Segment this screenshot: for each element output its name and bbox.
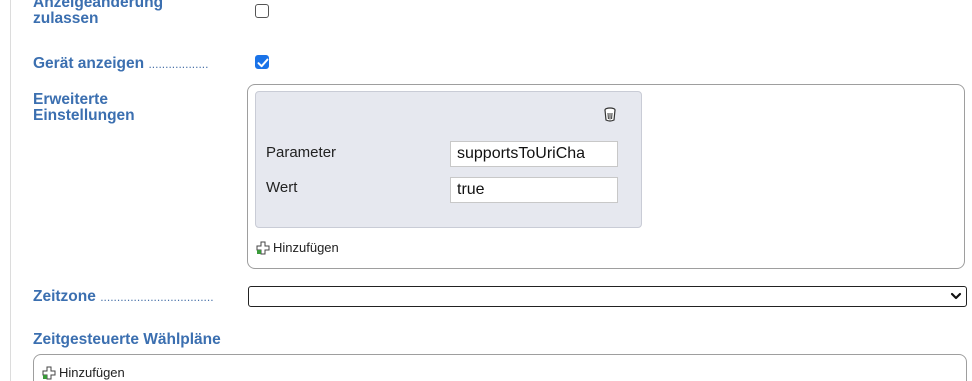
advanced-add-label: Hinzufügen (273, 240, 339, 255)
timezone-label: Zeitzone ...............................… (33, 289, 214, 305)
timezone-label-text: Zeitzone (33, 288, 96, 305)
show-device-label-text: Gerät anzeigen (33, 55, 145, 72)
allow-display-change-checkbox[interactable] (255, 4, 269, 18)
parameter-input[interactable]: supportsToUriCha (450, 141, 618, 167)
value-input[interactable]: true (450, 177, 618, 203)
allow-display-change-label: Anzeigeänderung zulassen (33, 0, 163, 27)
allow-display-change-label-line2: zulassen (33, 10, 99, 27)
settings-page: Anzeigeänderung zulassen Gerät anzeigen … (0, 0, 972, 381)
time-dial-plans-add-button[interactable]: Hinzufügen (42, 366, 125, 380)
timezone-select[interactable] (248, 286, 967, 307)
time-dial-plans-add-label: Hinzufügen (59, 365, 125, 380)
plus-icon (256, 241, 270, 255)
value-label: Wert (266, 179, 298, 196)
advanced-settings-label-line2: Einstellungen (33, 107, 135, 124)
chevron-down-icon (950, 292, 962, 300)
time-dial-plans-container (33, 354, 967, 381)
parameter-label: Parameter (266, 144, 337, 161)
show-device-dots: .................. (148, 57, 209, 71)
advanced-settings-label-line1: Erweiterte (33, 91, 108, 108)
trash-can-icon[interactable] (604, 107, 616, 127)
checkmark-icon (257, 58, 269, 68)
advanced-add-button[interactable]: Hinzufügen (256, 241, 339, 255)
left-divider (10, 0, 11, 381)
advanced-settings-label: Erweiterte Einstellungen (33, 92, 135, 124)
time-dial-plans-label: Zeitgesteuerte Wählpläne (33, 331, 221, 348)
show-device-checkbox[interactable] (255, 55, 269, 69)
timezone-dots: .................................. (100, 290, 214, 304)
show-device-label: Gerät anzeigen .................. (33, 56, 208, 72)
plus-icon (42, 366, 56, 380)
